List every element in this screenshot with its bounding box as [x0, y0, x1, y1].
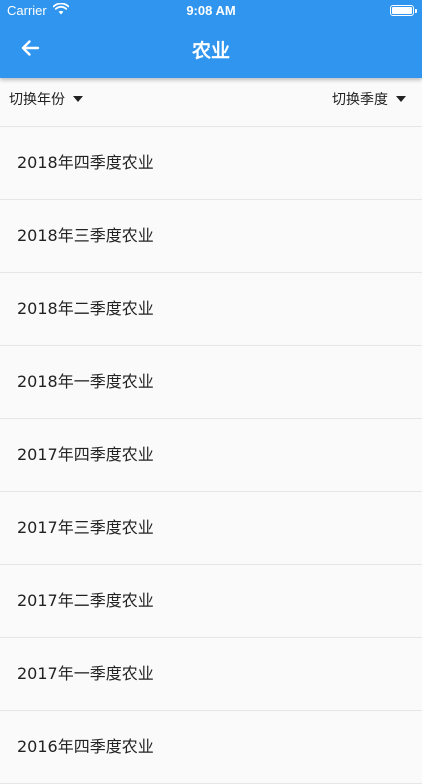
filter-bar: 切换年份 切换季度 — [0, 78, 422, 127]
status-time: 9:08 AM — [186, 3, 236, 18]
caret-down-icon — [396, 96, 406, 102]
quarter-filter-label: 切换季度 — [332, 92, 388, 108]
top-bar: Carrier 9:08 AM 农业 — [0, 0, 422, 78]
page-title: 农业 — [191, 40, 230, 62]
app-bar: 农业 — [0, 22, 422, 78]
year-filter-label: 切换年份 — [9, 92, 65, 108]
quarter-filter-dropdown[interactable]: 切换季度 — [332, 89, 406, 109]
report-list: 2018年四季度农业 2018年三季度农业 2018年二季度农业 2018年一季… — [0, 127, 422, 784]
list-item[interactable]: 2016年四季度农业 — [0, 711, 422, 784]
list-item[interactable]: 2018年四季度农业 — [0, 127, 422, 200]
list-item[interactable]: 2018年三季度农业 — [0, 200, 422, 273]
list-item[interactable]: 2018年二季度农业 — [0, 273, 422, 346]
list-item[interactable]: 2017年一季度农业 — [0, 638, 422, 711]
caret-down-icon — [73, 96, 83, 102]
list-item[interactable]: 2017年四季度农业 — [0, 419, 422, 492]
list-item[interactable]: 2017年二季度农业 — [0, 565, 422, 638]
list-item[interactable]: 2018年一季度农业 — [0, 346, 422, 419]
battery-icon — [390, 5, 417, 16]
year-filter-dropdown[interactable]: 切换年份 — [9, 89, 83, 109]
list-item[interactable]: 2017年三季度农业 — [0, 492, 422, 565]
status-bar: Carrier 9:08 AM — [0, 0, 422, 22]
